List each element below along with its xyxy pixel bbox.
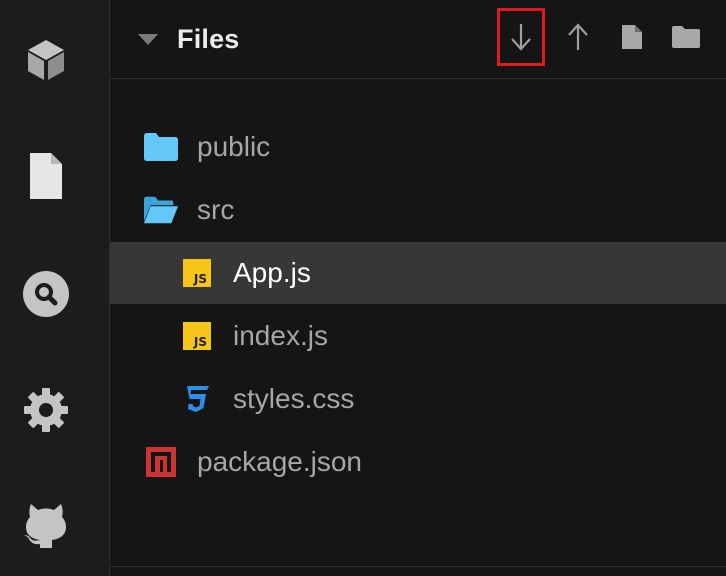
new-folder-icon	[672, 26, 700, 48]
search-icon[interactable]	[22, 270, 70, 318]
tree-item-index-js[interactable]: JS index.js	[110, 305, 726, 367]
tree-item-src[interactable]: src	[110, 179, 726, 241]
tree-item-label: src	[197, 194, 235, 225]
js-file-icon: JS	[180, 319, 214, 353]
chevron-down-icon[interactable]	[138, 32, 158, 46]
js-file-icon: JS	[180, 256, 214, 290]
divider	[110, 566, 726, 567]
tree-item-label: index.js	[233, 320, 328, 351]
cube-icon[interactable]	[22, 36, 70, 84]
folder-open-icon	[144, 193, 178, 227]
tree-item-styles-css[interactable]: styles.css	[110, 368, 726, 430]
gear-icon[interactable]	[22, 386, 70, 434]
upload-icon	[568, 23, 588, 50]
tree-item-app-js[interactable]: JS App.js	[110, 242, 726, 304]
tree-item-label: public	[197, 131, 271, 162]
svg-text:JS: JS	[193, 272, 207, 286]
new-file-button[interactable]	[608, 8, 656, 66]
tree-item-package-json[interactable]: package.json	[110, 431, 726, 493]
explorer-header: Files	[110, 0, 726, 79]
css-file-icon	[180, 382, 214, 416]
download-button[interactable]	[497, 8, 545, 66]
tree-item-label: styles.css	[233, 383, 355, 414]
file-icon[interactable]	[22, 152, 70, 200]
folder-icon	[144, 130, 178, 164]
activity-bar	[0, 0, 110, 576]
tree-item-public[interactable]: public	[110, 116, 726, 178]
new-folder-button[interactable]	[662, 8, 710, 66]
new-file-icon	[622, 25, 642, 49]
file-explorer-panel: Files public src JS App.js JS index.js s…	[110, 0, 726, 576]
github-icon[interactable]	[22, 500, 70, 548]
tree-item-label: package.json	[197, 446, 363, 477]
download-icon	[511, 24, 531, 51]
tree-item-label: App.js	[233, 257, 311, 288]
upload-button[interactable]	[554, 8, 602, 66]
svg-text:JS: JS	[193, 335, 207, 349]
explorer-title: Files	[177, 24, 240, 54]
npm-icon	[144, 445, 178, 479]
